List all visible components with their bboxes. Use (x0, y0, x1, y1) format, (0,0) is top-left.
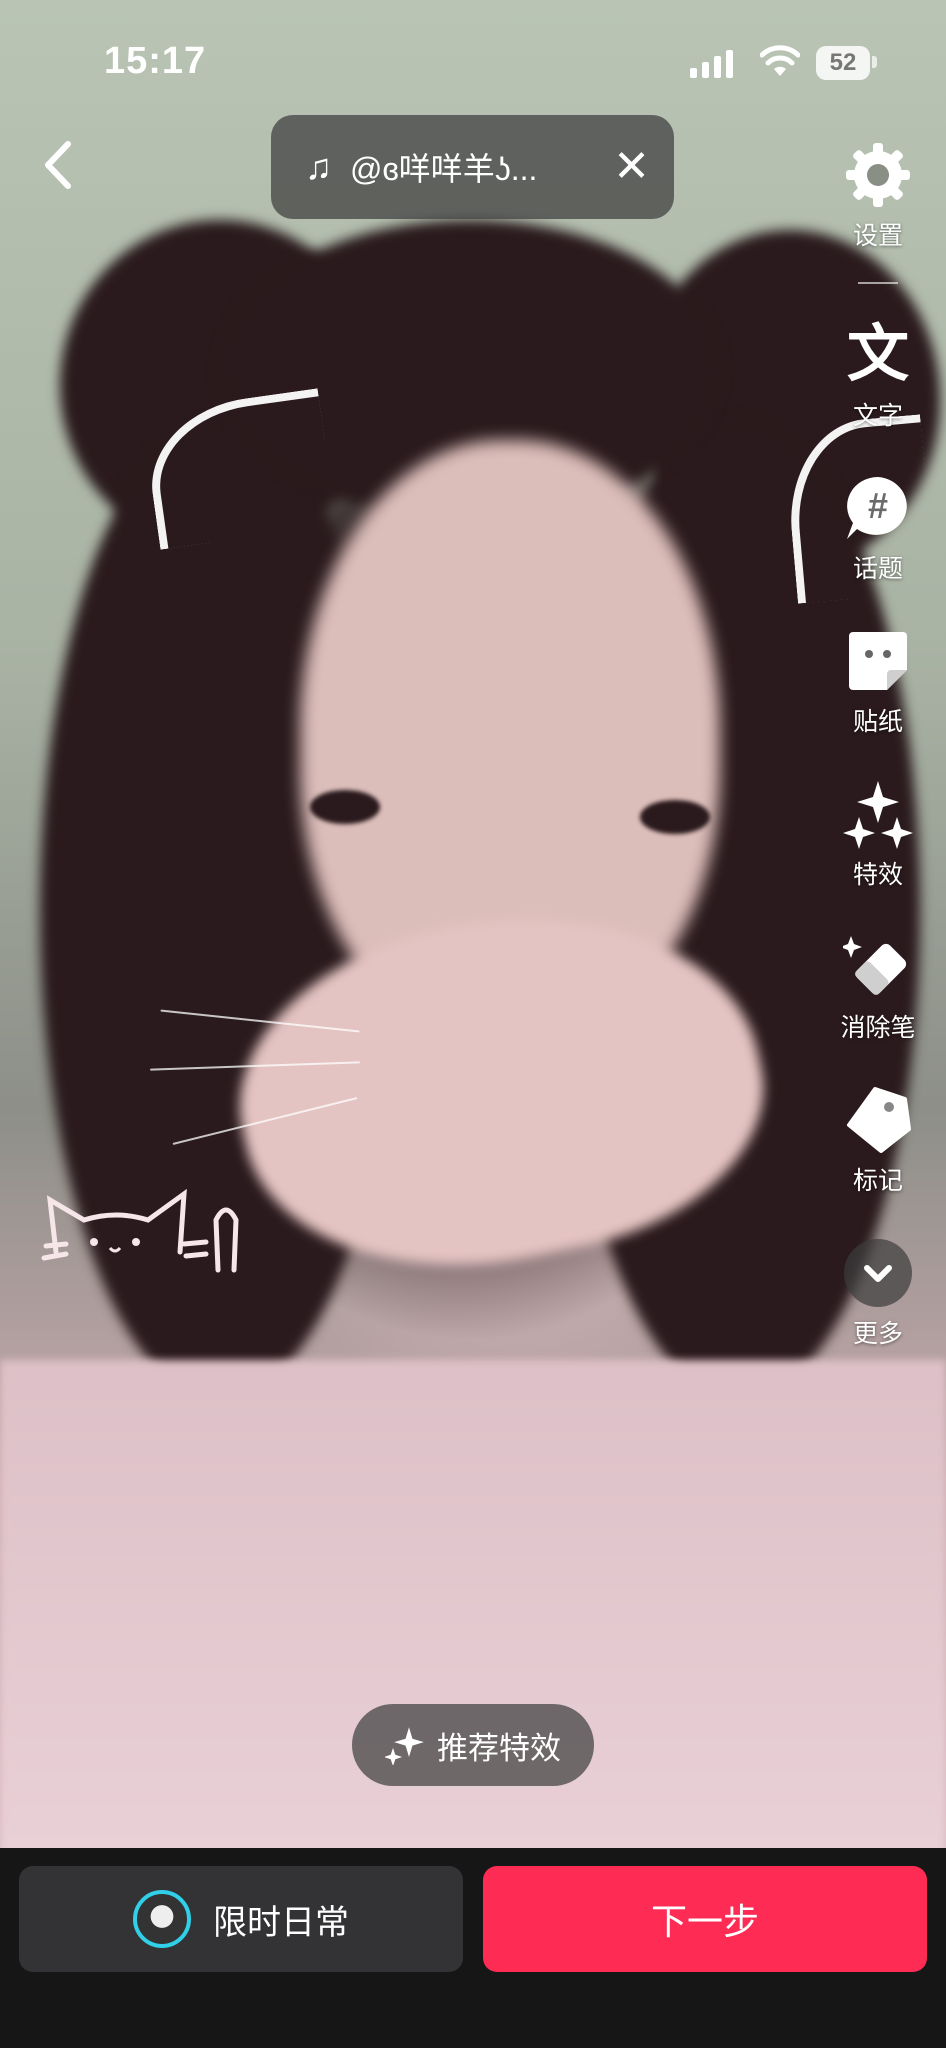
tag-label: 标记 (852, 1167, 903, 1195)
cat-doodle-effect (41, 1188, 239, 1273)
daily-story-button[interactable]: 限时日常 (19, 1866, 463, 1972)
status-time: 15:17 (104, 40, 207, 82)
close-icon[interactable]: ✕ (613, 145, 650, 189)
camera-preview (0, 0, 946, 1848)
recommended-effects-label: 推荐特效 (437, 1730, 561, 1766)
text-icon: 文 (846, 320, 909, 389)
selected-music-pill[interactable]: ♫ @ɞ咩咩羊ʖ... ✕ (271, 115, 674, 219)
hashtag-icon: # (847, 477, 907, 539)
settings-button[interactable]: 设置 (820, 140, 936, 252)
daily-story-label: 限时日常 (213, 1903, 349, 1942)
gear-icon (846, 143, 910, 207)
back-chevron-icon[interactable] (38, 140, 78, 190)
text-label: 文字 (852, 402, 903, 430)
sparkle-icon (385, 1727, 424, 1765)
settings-label: 设置 (852, 222, 903, 250)
status-bar: 15:17 52 (0, 0, 946, 120)
wifi-icon (760, 45, 800, 76)
music-title: @ɞ咩咩羊ʖ... (350, 151, 538, 187)
tag-icon (847, 1087, 911, 1153)
battery-indicator: 52 (816, 46, 870, 80)
next-button[interactable]: 下一步 (483, 1866, 927, 1972)
hashtag-label: 话题 (852, 555, 903, 583)
next-label: 下一步 (650, 1901, 759, 1942)
toolbar-divider (858, 282, 898, 284)
sticker-label: 贴纸 (852, 708, 903, 736)
sticker-icon (849, 632, 907, 690)
effects-label: 特效 (852, 861, 903, 889)
tag-button[interactable]: 标记 (820, 1085, 936, 1197)
recommended-effects-button[interactable]: 推荐特效 (352, 1704, 594, 1786)
more-label: 更多 (852, 1320, 903, 1348)
effects-button[interactable]: 特效 (820, 779, 936, 891)
sticker-button[interactable]: 贴纸 (820, 626, 936, 738)
avatar (133, 1890, 191, 1948)
eraser-icon (840, 936, 907, 995)
eraser-button[interactable]: 消除笔 (820, 932, 936, 1044)
chevron-down-icon (844, 1239, 912, 1307)
battery-tip (872, 56, 877, 68)
text-button[interactable]: 文 文字 (820, 320, 936, 432)
hashtag-glyph: # (868, 485, 888, 526)
music-note-icon: ♫ (305, 146, 332, 187)
hashtag-button[interactable]: # 话题 (820, 473, 936, 585)
more-button[interactable]: 更多 (820, 1238, 936, 1350)
sparkle-icon (843, 781, 913, 849)
eraser-label: 消除笔 (840, 1014, 916, 1042)
cellular-signal-icon (690, 48, 733, 78)
